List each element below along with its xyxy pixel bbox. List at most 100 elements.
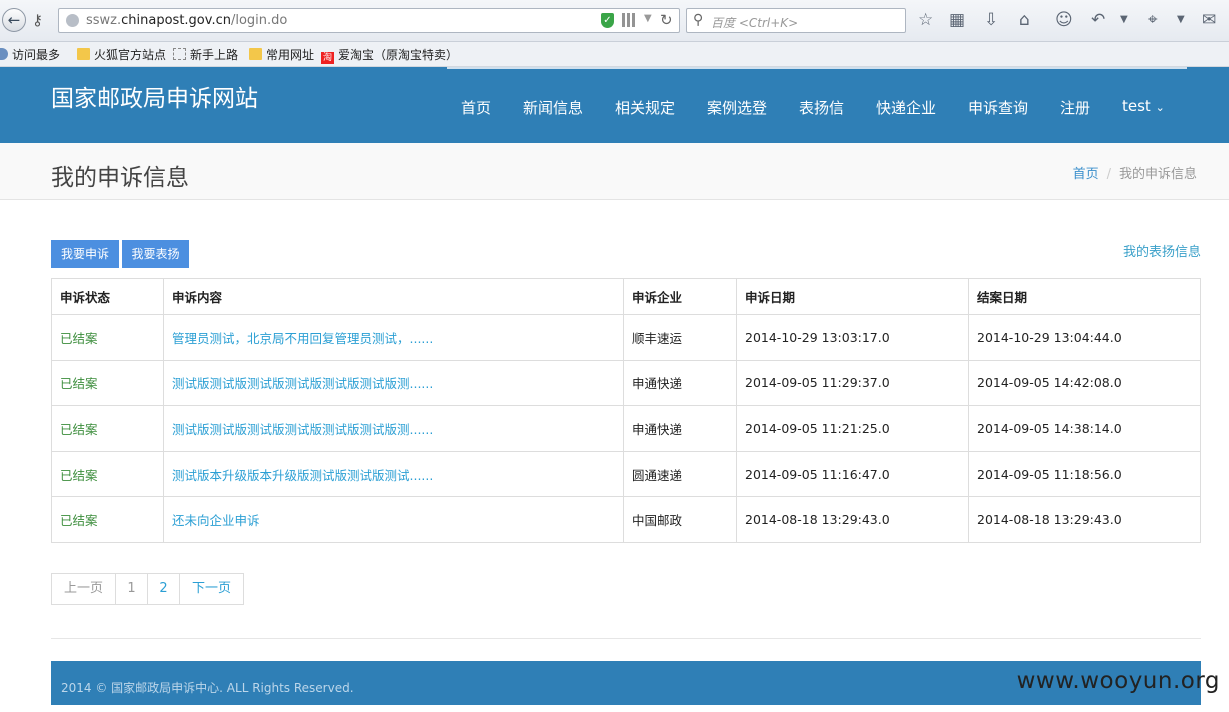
- site-title[interactable]: 国家邮政局申诉网站: [51, 79, 258, 113]
- filed-date-cell: 2014-10-29 13:03:17.0: [736, 314, 969, 361]
- closed-date-cell: 2014-09-05 14:38:14.0: [968, 405, 1201, 452]
- closed-date-cell: 2014-08-18 13:29:43.0: [968, 496, 1201, 543]
- site-header: 国家邮政局申诉网站 首页 新闻信息 相关规定 案例选登 表扬信 快递企业 申诉查…: [0, 67, 1229, 143]
- praise-button[interactable]: 我要表扬: [122, 240, 189, 268]
- nav-courier-companies[interactable]: 快递企业: [876, 97, 936, 118]
- pagination: 上一页 1 2 下一页: [51, 573, 244, 605]
- user-name: test: [1122, 97, 1151, 115]
- filed-date-cell: 2014-09-05 11:21:25.0: [736, 405, 969, 452]
- nav-user-menu[interactable]: test ⌄: [1122, 97, 1165, 115]
- star-icon[interactable]: ☆: [918, 10, 933, 30]
- undo-icon[interactable]: ↶: [1091, 10, 1105, 30]
- status-cell: 已结案: [51, 314, 164, 361]
- page-2-button[interactable]: 2: [147, 573, 180, 605]
- chevron-down-icon[interactable]: ▼: [644, 13, 652, 24]
- page-title-band: 我的申诉信息 首页 / 我的申诉信息: [0, 143, 1229, 200]
- globe-icon: [66, 14, 79, 27]
- browser-toolbar: ← ⚷ sswz.chinapost.gov.cn/login.do ✓ ▼ ↻…: [0, 0, 1229, 42]
- page-1-button[interactable]: 1: [115, 573, 148, 605]
- search-icon: ⚲: [693, 12, 704, 28]
- company-cell: 顺丰速运: [623, 314, 737, 361]
- home-icon[interactable]: ⌂: [1019, 10, 1030, 30]
- search-placeholder: 百度 <Ctrl+K>: [711, 16, 799, 30]
- complaint-content-link[interactable]: 测试版测试版测试版测试版测试版测试版测......: [163, 405, 624, 452]
- closed-date-cell: 2014-10-29 13:04:44.0: [968, 314, 1201, 361]
- chevron-down-icon[interactable]: ▼: [1177, 10, 1185, 30]
- footer-divider: [51, 638, 1201, 639]
- breadcrumb-separator: /: [1106, 167, 1111, 182]
- company-cell: 中国邮政: [623, 496, 737, 543]
- nav-complaint-query[interactable]: 申诉查询: [968, 97, 1028, 118]
- breadcrumb-home[interactable]: 首页: [1073, 167, 1099, 182]
- status-cell: 已结案: [51, 359, 164, 407]
- table-row: 已结案 管理员测试，北京局不用回复管理员测试，...... 顺丰速运 2014-…: [51, 314, 1201, 361]
- folder-icon: [77, 48, 90, 60]
- file-complaint-button[interactable]: 我要申诉: [51, 240, 119, 268]
- reload-icon[interactable]: ↻: [660, 11, 673, 29]
- table-row: 已结案 还未向企业申诉 中国邮政 2014-08-18 13:29:43.0 2…: [51, 496, 1201, 543]
- filed-date-cell: 2014-08-18 13:29:43.0: [736, 496, 969, 543]
- bookmark-most-visited[interactable]: 访问最多: [0, 46, 60, 63]
- table-row: 已结案 测试版测试版测试版测试版测试版测试版测...... 申通快递 2014-…: [51, 359, 1201, 407]
- nav-register[interactable]: 注册: [1060, 97, 1090, 118]
- table-row: 已结案 测试版测试版测试版测试版测试版测试版测...... 申通快递 2014-…: [51, 405, 1201, 452]
- column-header: 申诉企业: [623, 278, 737, 315]
- crop-icon[interactable]: ⌖: [1148, 10, 1158, 30]
- search-input[interactable]: ⚲ 百度 <Ctrl+K>: [686, 8, 906, 33]
- company-cell: 圆通速递: [623, 450, 737, 498]
- next-page-button[interactable]: 下一页: [179, 573, 244, 605]
- smiley-icon[interactable]: ☺: [1055, 10, 1073, 30]
- column-header: 申诉状态: [51, 278, 164, 315]
- bookmarks-bar: 访问最多 火狐官方站点 新手上路 常用网址 淘爱淘宝（原淘宝特卖）: [0, 42, 1229, 67]
- taobao-icon: 淘: [321, 52, 334, 64]
- bookmark-common-sites[interactable]: 常用网址: [249, 46, 314, 63]
- table-row: 已结案 测试版本升级版本升级版测试版测试版测试...... 圆通速递 2014-…: [51, 450, 1201, 498]
- nav-praise-letters[interactable]: 表扬信: [799, 97, 844, 118]
- header-top-line: [447, 67, 1187, 69]
- column-header: 申诉日期: [736, 278, 969, 315]
- company-cell: 申通快递: [623, 405, 737, 452]
- nav-regulations[interactable]: 相关规定: [615, 97, 675, 118]
- nav-news[interactable]: 新闻信息: [523, 97, 583, 118]
- shield-icon[interactable]: ✓: [601, 13, 614, 28]
- bookmark-firefox-site[interactable]: 火狐官方站点: [77, 46, 166, 63]
- company-cell: 申通快递: [623, 359, 737, 407]
- url-text[interactable]: sswz.chinapost.gov.cn/login.do: [86, 13, 287, 28]
- footer-copyright: 2014 © 国家邮政局申诉中心. ALL Rights Reserved.: [61, 681, 354, 695]
- chat-icon[interactable]: ✉: [1202, 10, 1216, 30]
- chevron-down-icon: ⌄: [1155, 101, 1165, 114]
- back-icon[interactable]: ←: [2, 8, 26, 32]
- filed-date-cell: 2014-09-05 11:16:47.0: [736, 450, 969, 498]
- status-cell: 已结案: [51, 450, 164, 498]
- page-title: 我的申诉信息: [51, 165, 189, 191]
- download-icon[interactable]: ⇩: [984, 10, 998, 30]
- breadcrumb: 首页 / 我的申诉信息: [1073, 163, 1197, 182]
- table-header-row: 申诉状态 申诉内容 申诉企业 申诉日期 结案日期: [51, 278, 1201, 315]
- bookmark-aitaobao[interactable]: 淘爱淘宝（原淘宝特卖）: [321, 46, 458, 64]
- key-icon[interactable]: ⚷: [32, 11, 43, 29]
- clipboard-icon[interactable]: ▦: [949, 10, 965, 30]
- complaint-content-link[interactable]: 测试版本升级版本升级版测试版测试版测试......: [163, 450, 624, 498]
- column-header: 结案日期: [968, 278, 1201, 315]
- bookmark-getting-started[interactable]: 新手上路: [173, 46, 238, 63]
- prev-page-button[interactable]: 上一页: [51, 573, 116, 605]
- my-praise-info-link[interactable]: 我的表扬信息: [1123, 241, 1201, 260]
- column-header: 申诉内容: [163, 278, 624, 315]
- complaint-content-link[interactable]: 管理员测试，北京局不用回复管理员测试，......: [163, 314, 624, 361]
- bookmark-icon: [0, 48, 8, 60]
- breadcrumb-current: 我的申诉信息: [1118, 167, 1197, 182]
- chevron-down-icon[interactable]: ▼: [1120, 10, 1128, 30]
- complaint-content-link[interactable]: 测试版测试版测试版测试版测试版测试版测......: [163, 359, 624, 407]
- status-cell: 已结案: [51, 405, 164, 452]
- watermark: www.wooyun.org: [1016, 668, 1220, 694]
- filed-date-cell: 2014-09-05 11:29:37.0: [736, 359, 969, 407]
- folder-icon: [249, 48, 262, 60]
- nav-home[interactable]: 首页: [461, 97, 491, 118]
- complaint-content-link[interactable]: 还未向企业申诉: [163, 496, 624, 543]
- address-bar[interactable]: sswz.chinapost.gov.cn/login.do ✓ ▼ ↻: [58, 8, 680, 33]
- closed-date-cell: 2014-09-05 11:18:56.0: [968, 450, 1201, 498]
- status-cell: 已结案: [51, 496, 164, 543]
- qr-code-icon[interactable]: [622, 13, 636, 27]
- complaints-table: 申诉状态 申诉内容 申诉企业 申诉日期 结案日期 已结案 管理员测试，北京局不用…: [51, 278, 1201, 543]
- nav-cases[interactable]: 案例选登: [707, 97, 767, 118]
